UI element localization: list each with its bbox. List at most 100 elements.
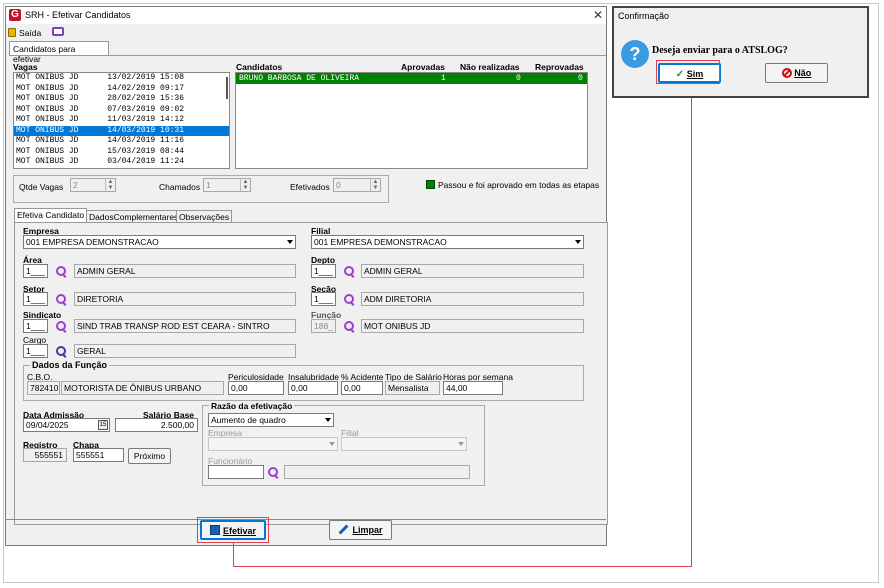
close-icon[interactable]: ✕ [593,8,603,22]
search-icon[interactable] [344,294,355,305]
tab-candidatos-para-efetivar[interactable]: Candidatos para efetivar [9,41,109,64]
efetivados-value: 0 [336,180,341,190]
chevron-down-icon [325,418,331,422]
depto-name-field: ADMIN GERAL [361,264,584,278]
setor-code-field[interactable]: 1___ [23,292,48,306]
highlight-box [197,517,269,543]
insalubridade-field[interactable]: 0,00 [288,381,338,395]
no-label: Não [794,68,812,78]
efetivados-spin[interactable]: ▲ ▼ [370,179,380,191]
list-item[interactable]: MOT ONIBUS JD 14/02/2019 09:17 [14,84,229,95]
chevron-down-icon [329,442,335,446]
area-code-field[interactable]: 1___ [23,264,48,278]
vagas-list[interactable]: MOT ONIBUS JD 13/02/2019 15:08 MOT ONIBUS… [13,72,230,169]
efetivados-label: Efetivados [290,182,330,192]
depto-code-field[interactable]: 1___ [311,264,336,278]
search-icon[interactable] [268,467,279,478]
razao-empresa-select[interactable] [208,437,338,451]
search-icon[interactable] [56,346,67,357]
calendar-icon[interactable]: 15 [98,420,108,430]
razao-filial-select[interactable] [341,437,467,451]
razao-select[interactable]: Aumento de quadro [208,413,334,427]
highlight-box [656,60,720,84]
candidatos-header: Candidatos [236,62,283,72]
list-item[interactable]: MOT ONIBUS JD 11/03/2019 14:12 [14,115,229,126]
empresa-select[interactable]: 001 EMPRESA DEMONSTRACAO [23,235,296,249]
data-admissao-field[interactable]: 09/04/2025 15 [23,418,110,432]
candidate-aprovadas: 1 [441,74,446,83]
sindicato-code-field[interactable]: 1___ [23,319,48,333]
filial-value: 001 EMPRESA DEMONSTRACAO [314,237,447,247]
qtde-vagas-label: Qtde Vagas [19,182,64,192]
horas-semana-field[interactable]: 44,00 [443,381,503,395]
funcao-code-field: 188_ [311,319,336,333]
chevron-down-icon [458,442,464,446]
list-item[interactable]: MOT ONIBUS JD 28/02/2019 15:36 [14,94,229,105]
search-icon[interactable] [344,321,355,332]
candidatos-list[interactable]: BRUNO BARBOSA DE OLIVEIRA 1 0 0 [235,72,588,169]
periculosidade-field[interactable]: 0,00 [228,381,284,395]
legend-text: Passou e foi aprovado em todas as etapas [438,180,600,190]
app-logo-icon: G [9,9,21,21]
candidate-reprovadas: 0 [578,74,583,83]
list-item[interactable]: MOT ONIBUS JD 14/03/2019 10:31 [14,125,229,136]
razao-value: Aumento de quadro [211,415,286,425]
chamados-value: 1 [206,180,211,190]
search-icon[interactable] [56,294,67,305]
connector-line [233,543,234,567]
area-name-field: ADMIN GERAL [74,264,296,278]
qtde-vagas-value: 2 [73,180,78,190]
chevron-down-icon [287,240,293,244]
limpar-label: Limpar [352,525,383,535]
main-window: G SRH - Efetivar Candidatos ✕ Saída Cand… [5,6,608,546]
connector-line [233,566,692,567]
question-icon: ? [621,40,649,68]
table-row[interactable]: BRUNO BARBOSA DE OLIVEIRA 1 0 0 [236,73,587,84]
search-icon[interactable] [56,266,67,277]
confirmation-dialog: Confirmação ? Deseja enviar para o ATSLO… [612,6,869,98]
funcionario-name-field [284,465,470,479]
list-item[interactable]: MOT ONIBUS JD 13/02/2019 15:08 [14,73,229,84]
vagas-scroll-thumb[interactable] [226,77,228,99]
dialog-body: ? Deseja enviar para o ATSLOG? ✓ Sim Não [614,26,867,96]
cargo-code-field[interactable]: 1___ [23,344,48,358]
lock-icon[interactable] [8,28,16,37]
footer-divider [5,519,606,520]
secao-code-field[interactable]: 1___ [311,292,336,306]
filial-select[interactable]: 001 EMPRESA DEMONSTRACAO [311,235,584,249]
cbo-code-field: 782410 [27,381,60,395]
search-icon[interactable] [56,321,67,332]
chapa-field[interactable]: 555551 [73,448,124,462]
funcao-name-field: MOT ONIBUS JD [361,319,584,333]
tab-efetiva-candidato[interactable]: Efetiva Candidato [14,208,88,223]
razao-title: Razão da efetivação [209,401,295,411]
secao-name-field: ADM DIRETORIA [361,292,584,306]
qtde-spin[interactable]: ▲ ▼ [105,179,115,191]
search-icon[interactable] [344,266,355,277]
list-item[interactable]: MOT ONIBUS JD 14/03/2019 11:16 [14,136,229,147]
no-button[interactable]: Não [765,63,828,83]
sindicato-name-field: SIND TRAB TRANSP ROD EST CEARA - SINTRO [74,319,296,333]
acidente-field[interactable]: 0,00 [341,381,383,395]
salario-base-field[interactable]: 2.500,00 [115,418,198,432]
chamados-spin[interactable]: ▲ ▼ [240,179,250,191]
list-item[interactable]: MOT ONIBUS JD 03/04/2019 11:24 [14,157,229,168]
chevron-down-icon [575,240,581,244]
empresa-value: 001 EMPRESA DEMONSTRACAO [26,237,159,247]
message-icon[interactable] [52,27,64,36]
window-title: SRH - Efetivar Candidatos [25,10,131,20]
limpar-button[interactable]: Limpar [329,520,392,540]
list-item[interactable]: MOT ONIBUS JD 15/03/2019 08:44 [14,147,229,158]
proximo-button[interactable]: Próximo [128,448,171,464]
setor-name-field: DIRETORIA [74,292,296,306]
chamados-field[interactable]: 1 ▲ ▼ [203,178,251,192]
funcionario-code-field[interactable] [208,465,264,479]
title-bar: G SRH - Efetivar Candidatos ✕ [6,7,606,24]
efetivados-field[interactable]: 0 ▲ ▼ [333,178,381,192]
dados-funcao-title: Dados da Função [30,360,110,370]
exit-button[interactable]: Saída [19,28,41,38]
data-admissao-value: 09/04/2025 [26,420,69,430]
legend-green-swatch [426,180,435,189]
qtde-vagas-field[interactable]: 2 ▲ ▼ [70,178,116,192]
list-item[interactable]: MOT ONIBUS JD 07/03/2019 09:02 [14,105,229,116]
